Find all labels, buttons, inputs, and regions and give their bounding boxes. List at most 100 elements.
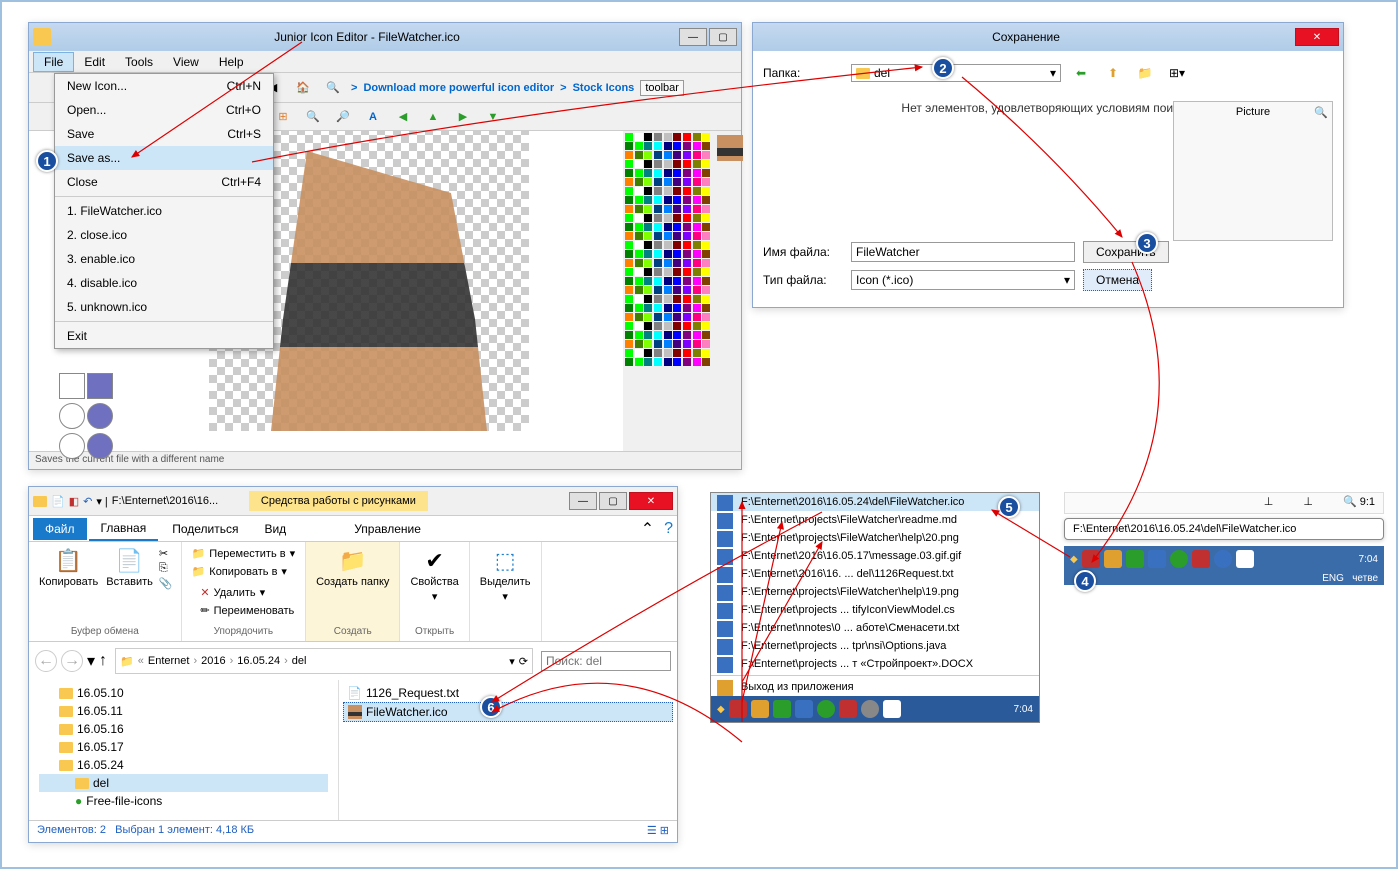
tray-icon[interactable]	[1126, 550, 1144, 568]
palette-color[interactable]	[693, 250, 701, 258]
paste-button[interactable]: 📄Вставить	[104, 546, 155, 590]
palette-color[interactable]	[702, 232, 710, 240]
palette-color[interactable]	[702, 178, 710, 186]
palette-color[interactable]	[654, 187, 662, 195]
palette-color[interactable]	[702, 151, 710, 159]
menu-recent-5[interactable]: 5. unknown.ico	[55, 295, 273, 319]
view-details-icon[interactable]: ☰	[647, 825, 657, 837]
palette-color[interactable]	[664, 295, 672, 303]
palette-color[interactable]	[664, 178, 672, 186]
view-menu-icon[interactable]: ⊞▾	[1165, 61, 1189, 85]
palette-color[interactable]	[683, 178, 691, 186]
palette-color[interactable]	[635, 313, 643, 321]
tree-item-selected[interactable]: del	[39, 774, 328, 792]
palette-color[interactable]	[693, 286, 701, 294]
palette-color[interactable]	[625, 313, 633, 321]
stock-icons-link[interactable]: Stock Icons	[573, 82, 635, 94]
jumplist-item[interactable]: F:\Enternet\2016\16.05.17\message.03.gif…	[711, 547, 1039, 565]
palette-color[interactable]	[693, 268, 701, 276]
palette-color[interactable]	[693, 358, 701, 366]
palette-color[interactable]	[654, 196, 662, 204]
palette-color[interactable]	[673, 358, 681, 366]
palette-color[interactable]	[683, 304, 691, 312]
palette-color[interactable]	[673, 169, 681, 177]
palette-color[interactable]	[654, 286, 662, 294]
tab-file[interactable]: Файл	[33, 518, 87, 540]
palette-color[interactable]	[625, 259, 633, 267]
palette-color[interactable]	[664, 259, 672, 267]
palette-color[interactable]	[635, 169, 643, 177]
grid-icon[interactable]: ⊞	[271, 105, 295, 129]
tray-icon[interactable]	[1236, 550, 1254, 568]
minimize-button[interactable]: —	[569, 492, 597, 510]
palette-color[interactable]	[702, 277, 710, 285]
palette-color[interactable]	[654, 169, 662, 177]
palette-color[interactable]	[693, 295, 701, 303]
qat-new-icon[interactable]: 📄	[51, 495, 65, 508]
palette-color[interactable]	[702, 133, 710, 141]
menu-file[interactable]: File	[33, 52, 74, 72]
palette-color[interactable]	[635, 178, 643, 186]
palette-color[interactable]	[625, 241, 633, 249]
ribbon-collapse-icon[interactable]: ⌃	[641, 519, 654, 539]
copy-path-icon[interactable]: ⎘	[159, 562, 173, 575]
palette-color[interactable]	[673, 277, 681, 285]
palette-color[interactable]	[654, 349, 662, 357]
palette-color[interactable]	[635, 286, 643, 294]
palette-color[interactable]	[664, 304, 672, 312]
palette-color[interactable]	[625, 196, 633, 204]
palette-color[interactable]	[683, 268, 691, 276]
palette-color[interactable]	[683, 142, 691, 150]
palette-color[interactable]	[693, 133, 701, 141]
palette-color[interactable]	[644, 133, 652, 141]
palette-color[interactable]	[693, 169, 701, 177]
jumplist-item[interactable]: F:\Enternet\projects\FileWatcher\help\20…	[711, 529, 1039, 547]
filetype-combo[interactable]: Icon (*.ico)▾	[851, 270, 1075, 290]
jumplist-exit[interactable]: Выход из приложения	[711, 678, 1039, 696]
tray-app-icon[interactable]: ◆	[1070, 554, 1078, 565]
cut-icon[interactable]: ✂	[159, 547, 173, 560]
palette-color[interactable]	[625, 205, 633, 213]
swatch-ellipse-white[interactable]	[59, 403, 85, 429]
bc-dropdown-icon[interactable]: ▾	[509, 655, 515, 668]
tree-item[interactable]: 16.05.16	[39, 720, 328, 738]
copy-button[interactable]: 📋Копировать	[37, 546, 100, 590]
palette-color[interactable]	[625, 142, 633, 150]
palette-color[interactable]	[664, 223, 672, 231]
tree-item[interactable]: 16.05.10	[39, 684, 328, 702]
palette-color[interactable]	[693, 214, 701, 222]
palette-color[interactable]	[673, 133, 681, 141]
maximize-button[interactable]: ▢	[709, 28, 737, 46]
palette-color[interactable]	[644, 268, 652, 276]
palette-color[interactable]	[644, 286, 652, 294]
tb-icon[interactable]	[795, 700, 813, 718]
palette-color[interactable]	[683, 241, 691, 249]
help-icon[interactable]: ?	[664, 520, 673, 538]
palette-color[interactable]	[683, 295, 691, 303]
close-button[interactable]: ✕	[629, 492, 673, 510]
palette-color[interactable]	[625, 286, 633, 294]
palette-color[interactable]	[635, 160, 643, 168]
palette-color[interactable]	[664, 268, 672, 276]
palette-color[interactable]	[683, 214, 691, 222]
tab-manage[interactable]: Управление	[342, 518, 433, 540]
palette-color[interactable]	[635, 187, 643, 195]
palette-color[interactable]	[693, 322, 701, 330]
home-icon[interactable]: 🏠	[291, 76, 315, 100]
palette-color[interactable]	[644, 142, 652, 150]
palette-color[interactable]	[702, 196, 710, 204]
preview-expand-icon[interactable]: 🔍	[1314, 106, 1328, 119]
palette-color[interactable]	[664, 205, 672, 213]
palette-color[interactable]	[683, 340, 691, 348]
zoom-out-icon[interactable]: 🔍	[301, 105, 325, 129]
palette-color[interactable]	[673, 313, 681, 321]
palette-color[interactable]	[683, 187, 691, 195]
palette-color[interactable]	[664, 142, 672, 150]
file-item-selected[interactable]: FileWatcher.ico	[343, 702, 673, 722]
palette-color[interactable]	[625, 178, 633, 186]
delete-button[interactable]: ✕Удалить▾	[198, 585, 296, 600]
palette-color[interactable]	[654, 205, 662, 213]
palette-color[interactable]	[702, 250, 710, 258]
palette-color[interactable]	[664, 151, 672, 159]
palette-color[interactable]	[683, 160, 691, 168]
